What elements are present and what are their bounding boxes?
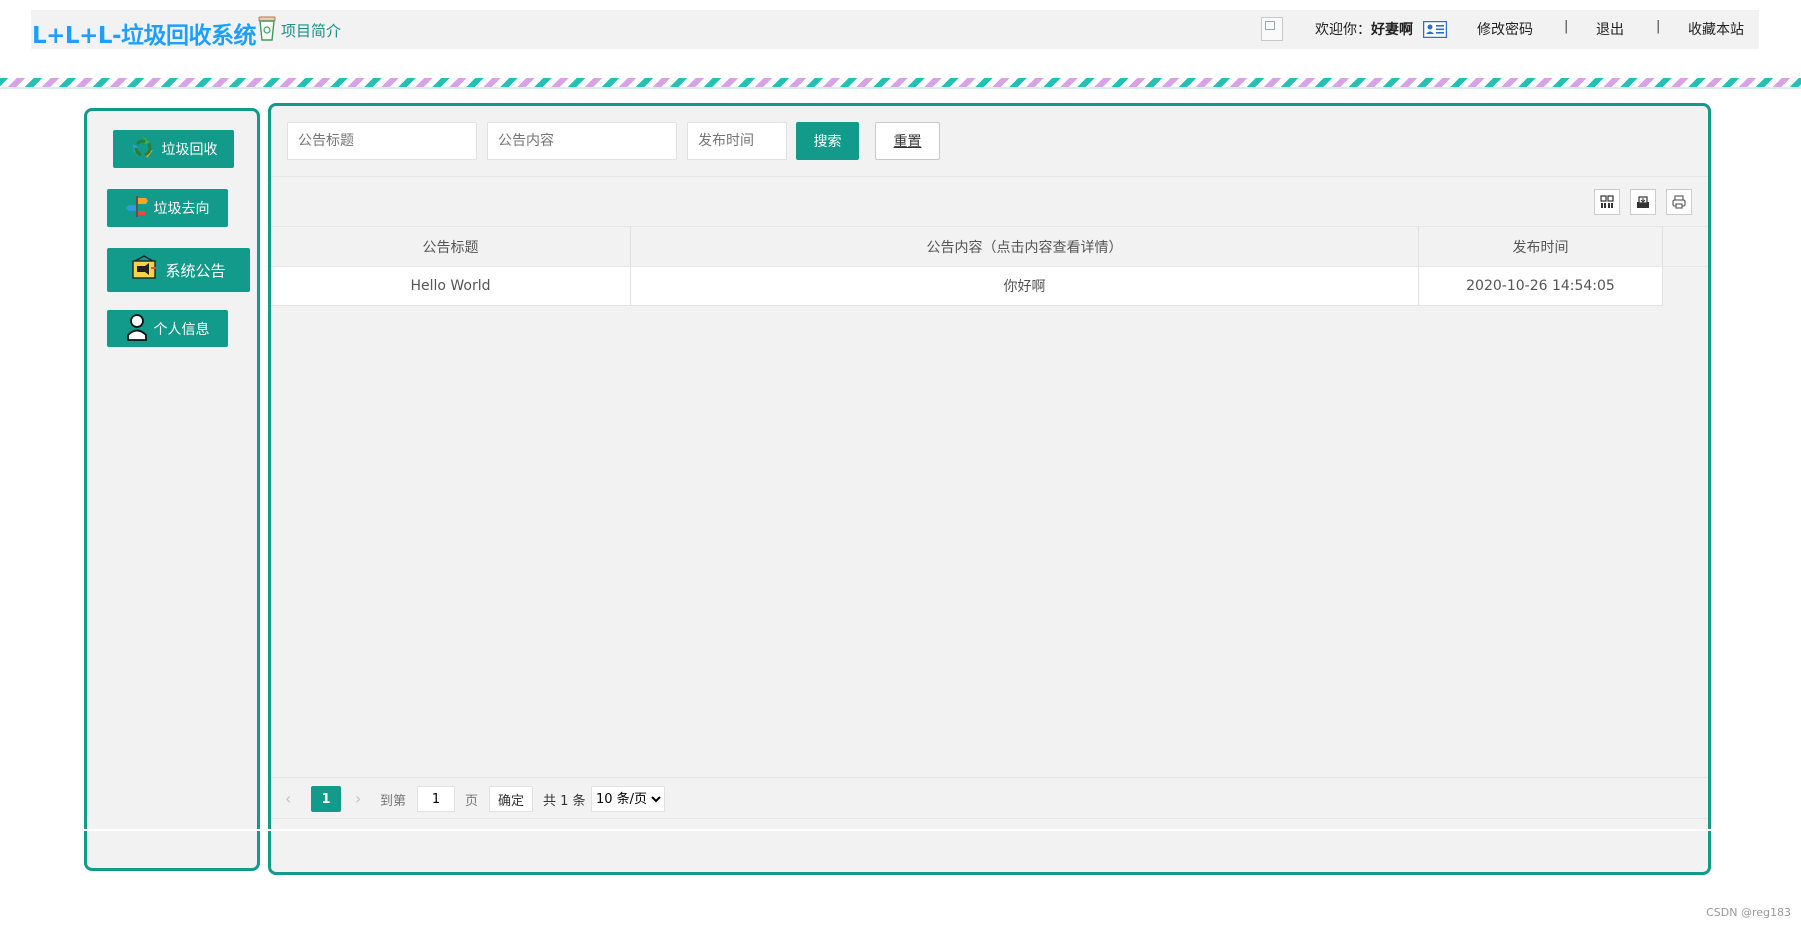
divider <box>271 818 1708 819</box>
prev-page-icon[interactable]: ‹ <box>285 789 291 808</box>
current-page-button[interactable]: 1 <box>311 786 341 812</box>
search-button[interactable]: 搜索 <box>796 122 859 160</box>
project-intro-link[interactable]: 项目简介 <box>257 16 341 44</box>
divider <box>80 829 1714 831</box>
reset-button[interactable]: 重置 <box>875 122 940 160</box>
nav-separator: | <box>1564 19 1569 34</box>
welcome-prefix: 欢迎你： <box>1315 22 1371 38</box>
page-size-select[interactable]: 10 条/页 <box>591 786 665 812</box>
sidebar-item-label: 垃圾去向 <box>153 201 210 217</box>
avatar[interactable] <box>1261 17 1283 41</box>
change-password-link[interactable]: 修改密码 <box>1477 19 1533 39</box>
main-panel: 搜索 重置 公告标题 公告内容（点击内容查看详情） 发布时间 H <box>268 103 1711 875</box>
recycle-icon <box>130 134 156 164</box>
column-header[interactable]: 公告标题 <box>271 227 631 266</box>
table-cell[interactable]: Hello World <box>271 267 631 306</box>
bookmark-link[interactable]: 收藏本站 <box>1688 19 1744 39</box>
person-icon <box>126 313 148 345</box>
signpost-icon <box>125 194 148 222</box>
watermark: CSDN @reg183 <box>1706 906 1791 919</box>
sidebar-item-garbage-destination[interactable]: 垃圾去向 <box>107 189 228 227</box>
app-title: L+L+L-垃圾回收系统 <box>32 23 257 49</box>
table-cell[interactable]: 你好啊 <box>631 267 1419 306</box>
sidebar-item-label: 垃圾回收 <box>161 142 218 158</box>
page-number-input[interactable] <box>417 786 455 812</box>
username: 好妻啊 <box>1371 22 1413 38</box>
print-icon[interactable] <box>1666 189 1692 215</box>
sidebar-item-label: 个人信息 <box>153 321 210 338</box>
announcement-icon <box>131 255 159 285</box>
top-header: L+L+L-垃圾回收系统 项目简介 欢迎你：好妻啊 修改密码 | 退出 | 收藏… <box>31 10 1759 49</box>
sidebar-item-garbage-recycle[interactable]: 垃圾回收 <box>113 130 234 168</box>
page-unit-label: 页 <box>465 794 479 809</box>
sidebar-item-announcement[interactable]: 系统公告 <box>107 248 250 292</box>
confirm-page-button[interactable]: 确定 <box>489 786 533 812</box>
project-intro-label: 项目简介 <box>281 21 342 40</box>
column-header[interactable]: 公告内容（点击内容查看详情） <box>631 227 1419 266</box>
sidebar-item-profile[interactable]: 个人信息 <box>107 310 228 347</box>
sidebar-item-label: 系统公告 <box>165 261 226 280</box>
time-search-input[interactable] <box>687 122 787 160</box>
divider <box>271 176 1708 177</box>
column-header[interactable]: 发布时间 <box>1419 227 1663 266</box>
decorative-stripe <box>0 78 1801 87</box>
sidebar: 垃圾回收 垃圾去向 系统公告 个人信息 <box>84 108 260 871</box>
nav-separator: | <box>1656 19 1661 34</box>
total-count: 共 1 条 <box>543 794 586 809</box>
trash-can-icon <box>257 15 277 45</box>
logout-link[interactable]: 退出 <box>1596 19 1624 39</box>
goto-label: 到第 <box>380 794 407 809</box>
content-search-input[interactable] <box>487 122 677 160</box>
welcome-text: 欢迎你：好妻啊 <box>1315 19 1413 39</box>
columns-icon[interactable] <box>1594 189 1620 215</box>
table-cell[interactable]: 2020-10-26 14:54:05 <box>1419 267 1663 306</box>
next-page-icon[interactable]: › <box>355 789 361 808</box>
stripe-shadow <box>0 87 1801 89</box>
title-search-input[interactable] <box>287 122 477 160</box>
export-icon[interactable] <box>1630 189 1656 215</box>
pagination: ‹ 1 › 到第 页 确定 共 1 条 10 条/页 <box>271 778 1708 818</box>
id-card-icon[interactable] <box>1422 20 1448 42</box>
